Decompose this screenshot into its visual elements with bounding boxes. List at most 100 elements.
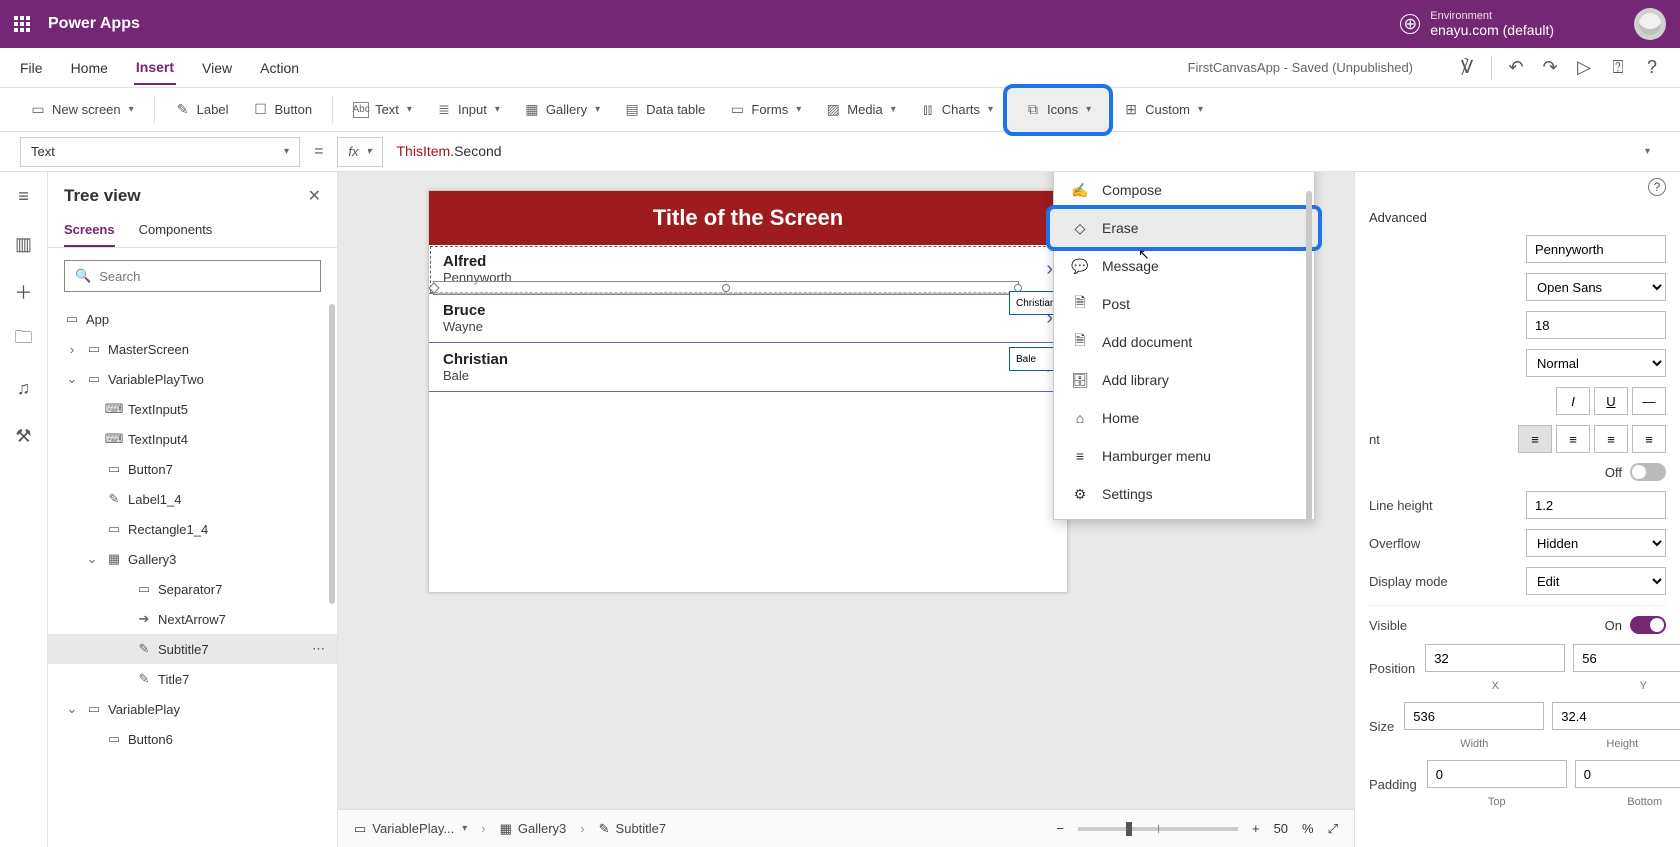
prop-size-h[interactable] [1552,702,1680,730]
dd-post[interactable]: 🗎Post [1054,285,1314,323]
dd-hamburger[interactable]: ≡Hamburger menu [1054,437,1314,475]
hamburger-icon[interactable]: ≡ [14,186,34,206]
waffle-icon[interactable] [14,16,30,32]
advanced-tools-icon[interactable]: ⚒ [14,426,34,446]
menu-home[interactable]: Home [69,52,110,84]
gallery-row-0[interactable]: AlfredPennyworth › [429,245,1067,294]
prop-overflow[interactable]: Hidden [1526,529,1666,557]
custom-menu[interactable]: ⊞Custom▾ [1113,96,1213,124]
tree-item-label1-4[interactable]: ✎Label1_4 [48,484,337,514]
prop-font-size[interactable] [1526,311,1666,339]
more-icon[interactable]: ⋯ [312,641,327,657]
align-right-button[interactable]: ≡ [1594,425,1628,453]
data-icon[interactable]: 🗀 [14,330,34,350]
menu-view[interactable]: View [200,52,234,84]
underline-button[interactable]: U [1594,387,1628,415]
zoom-plus-icon[interactable]: + [1252,821,1260,836]
prop-pad-top[interactable] [1427,760,1567,788]
strike-button[interactable]: — [1632,387,1666,415]
tree-item-separator7[interactable]: ▭Separator7 [48,574,337,604]
visible-toggle[interactable] [1630,616,1666,634]
tree-item-button7[interactable]: ▭Button7 [48,454,337,484]
input-menu[interactable]: ≣Input▾ [426,96,510,124]
icons-menu[interactable]: ⧉Icons▾ [1007,88,1109,132]
wrap-toggle[interactable] [1630,463,1666,481]
props-tab-advanced[interactable]: Advanced [1369,210,1666,225]
media-rail-icon[interactable]: ♫ [14,378,34,398]
tree-item-app[interactable]: ▭App [48,304,337,334]
help-icon[interactable]: ? [1648,178,1666,196]
text-menu[interactable]: AbcText▾ [343,96,422,124]
search-input[interactable] [99,269,310,284]
close-icon[interactable]: ✕ [308,186,321,206]
canvas[interactable]: Title of the Screen AlfredPennyworth › B… [338,172,1354,847]
app-checker-icon[interactable]: ℣ [1457,58,1477,78]
tree-item-textinput5[interactable]: ⌨TextInput5 [48,394,337,424]
tab-components[interactable]: Components [139,214,213,247]
prop-display-mode[interactable]: Edit [1526,567,1666,595]
tree-item-rectangle1-4[interactable]: ▭Rectangle1_4 [48,514,337,544]
insert-icon[interactable]: ＋ [14,282,34,302]
tree-view-icon[interactable]: ▥ [14,234,34,254]
prop-font-weight[interactable]: Normal [1526,349,1666,377]
label-button[interactable]: ✎Label [165,96,239,124]
fx-button[interactable]: fx▾ [337,137,382,167]
tree-item-variableplay[interactable]: ⌄▭VariablePlay [48,694,337,724]
zoom-minus-icon[interactable]: − [1056,821,1064,836]
play-icon[interactable]: ▷ [1574,58,1594,78]
selection-handles[interactable] [433,281,1019,295]
breadcrumb-gallery[interactable]: ▦Gallery3 [500,821,567,837]
dd-home[interactable]: ⌂Home [1054,399,1314,437]
tree-item-masterscreen[interactable]: ›▭MasterScreen [48,334,337,364]
redo-icon[interactable]: ↷ [1540,58,1560,78]
gallery-row-2[interactable]: ChristianBale › [429,343,1067,392]
prop-pad-bottom[interactable] [1575,760,1680,788]
breadcrumb-screen[interactable]: ▭VariablePlay...▾ [354,821,467,837]
align-left-button[interactable]: ≡ [1518,425,1552,453]
dd-message[interactable]: 💬Message [1054,247,1314,285]
align-justify-button[interactable]: ≡ [1632,425,1666,453]
tree-item-nextarrow7[interactable]: ➔NextArrow7 [48,604,337,634]
new-screen-button[interactable]: ▭New screen▾ [20,96,144,124]
align-center-button[interactable]: ≡ [1556,425,1590,453]
dd-settings[interactable]: ⚙Settings [1054,475,1314,513]
data-table-button[interactable]: ▤Data table [614,96,715,124]
prop-text[interactable] [1526,235,1666,263]
media-menu[interactable]: ▨Media▾ [815,96,905,124]
tree-item-gallery3[interactable]: ⌄▦Gallery3 [48,544,337,574]
app-preview[interactable]: Title of the Screen AlfredPennyworth › B… [428,190,1068,593]
menu-action[interactable]: Action [258,52,301,84]
dd-add-library[interactable]: 🗄Add library [1054,361,1314,399]
tree-item-button6[interactable]: ▭Button6 [48,724,337,754]
button-button[interactable]: ☐Button [242,96,322,124]
dd-erase[interactable]: ◇Erase [1050,209,1318,247]
fit-screen-icon[interactable]: ⤢ [1328,821,1338,837]
user-avatar[interactable] [1634,8,1666,40]
tree-item-variableplaytwo[interactable]: ⌄▭VariablePlayTwo [48,364,337,394]
prop-pos-y[interactable] [1573,644,1680,672]
zoom-slider[interactable] [1078,827,1238,831]
dropdown-scrollbar[interactable] [1306,191,1312,521]
help-icon[interactable]: ? [1642,58,1662,78]
environment-selector[interactable]: ⊕ Environment enayu.com (default) [1400,10,1554,38]
gallery-menu[interactable]: ▦Gallery▾ [514,96,610,124]
tree-item-textinput4[interactable]: ⌨TextInput4 [48,424,337,454]
formula-input[interactable]: ThisItem.Second [397,143,1629,160]
tree-item-title7[interactable]: ✎Title7 [48,664,337,694]
dd-add-document[interactable]: 🗎Add document [1054,323,1314,361]
charts-menu[interactable]: ⫾⫾Charts▾ [910,96,1003,124]
menu-file[interactable]: File [18,52,45,84]
chevron-right-icon[interactable]: › [1046,258,1053,281]
tree-item-subtitle7[interactable]: ✎Subtitle7⋯ [48,634,337,664]
gallery-row-1[interactable]: BruceWayne › [429,294,1067,343]
prop-font[interactable]: Open Sans [1526,273,1666,301]
dd-compose[interactable]: ✍Compose [1054,172,1314,209]
undo-icon[interactable]: ↶ [1506,58,1526,78]
prop-size-w[interactable] [1404,702,1544,730]
italic-button[interactable]: I [1556,387,1590,415]
share-icon[interactable]: ⍰ [1608,58,1628,78]
property-selector[interactable]: Text▾ [20,137,300,167]
menu-insert[interactable]: Insert [134,51,176,85]
tab-screens[interactable]: Screens [64,214,115,247]
prop-line-height[interactable] [1526,491,1666,519]
